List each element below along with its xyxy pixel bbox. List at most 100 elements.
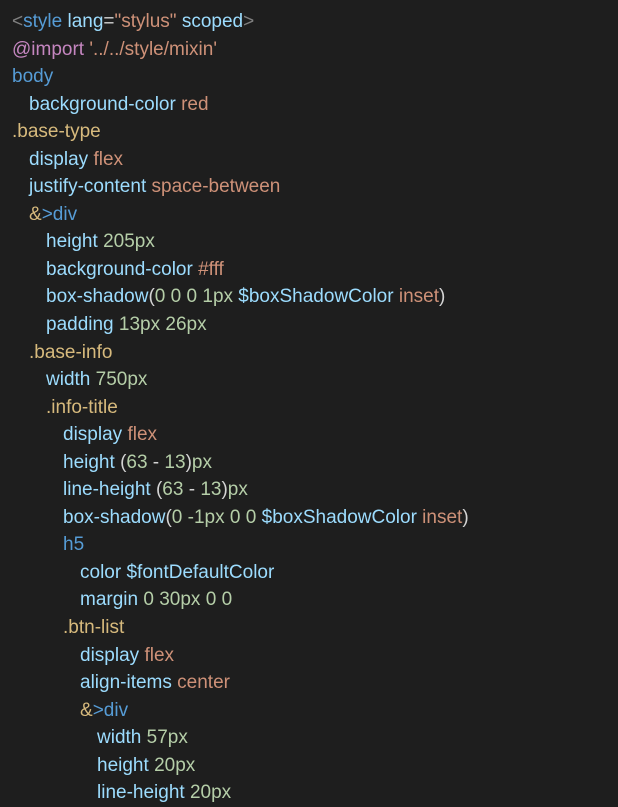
prop: display [63, 424, 122, 445]
unit: px [187, 314, 207, 335]
prop: color [80, 562, 121, 583]
code-line: width 750px [0, 366, 618, 394]
code-line: display flex [0, 146, 618, 174]
attr-name: lang [67, 11, 103, 32]
number: 0 [143, 589, 154, 610]
prop: width [97, 727, 141, 748]
code-line: background-color #fff [0, 256, 618, 284]
prop: height [63, 452, 115, 473]
code-line: color $fontDefaultColor [0, 559, 618, 587]
amp: & [29, 204, 42, 225]
prop: background-color [46, 259, 193, 280]
selector-base-info: .base-info [29, 342, 112, 363]
number: -1 [188, 507, 205, 528]
number: 0 [187, 286, 198, 307]
unit: px [213, 286, 233, 307]
code-line: line-height 20px [0, 779, 618, 807]
paren: ) [439, 286, 445, 307]
code-line: background-color red [0, 91, 618, 119]
code-line: body [0, 63, 618, 91]
code-line: @import '../../style/mixin' [0, 36, 618, 64]
number: 0 [222, 589, 233, 610]
var: $boxShadowColor [238, 286, 393, 307]
code-line: .base-type [0, 118, 618, 146]
prop: display [80, 645, 139, 666]
code-line: &>div [0, 697, 618, 725]
number: 0 [246, 507, 257, 528]
prop: box-shadow [63, 507, 165, 528]
number: 13 [200, 479, 221, 500]
code-line: width 57px [0, 724, 618, 752]
unit: px [140, 314, 160, 335]
paren: ) [462, 507, 468, 528]
unit: px [180, 589, 200, 610]
value: space-between [152, 176, 281, 197]
code-line: .info-title [0, 394, 618, 422]
hex: #fff [198, 259, 224, 280]
number: 30 [159, 589, 180, 610]
value: flex [93, 149, 123, 170]
number: 26 [165, 314, 186, 335]
prop: box-shadow [46, 286, 148, 307]
prop: padding [46, 314, 114, 335]
prop: background-color [29, 94, 176, 115]
inset: inset [422, 507, 462, 528]
attr-scoped: scoped [182, 11, 243, 32]
at-import: @import [12, 39, 84, 60]
code-line: height 205px [0, 228, 618, 256]
unit: px [228, 479, 248, 500]
value: center [177, 672, 230, 693]
value: flex [144, 645, 174, 666]
child-div: >div [42, 204, 77, 225]
selector-info-title: .info-title [46, 397, 118, 418]
code-line: padding 13px 26px [0, 311, 618, 339]
prop: margin [80, 589, 138, 610]
unit: px [127, 369, 147, 390]
tag-name: style [23, 11, 62, 32]
number: 20 [154, 755, 175, 776]
number: 63 [162, 479, 183, 500]
code-line: display flex [0, 642, 618, 670]
code-editor[interactable]: <style lang="stylus" scoped> @import '..… [0, 8, 618, 807]
import-path: '../../style/mixin' [89, 39, 217, 60]
unit: px [211, 782, 231, 803]
equals: = [103, 11, 114, 32]
number: 63 [126, 452, 147, 473]
var: $fontDefaultColor [126, 562, 274, 583]
number: 750 [96, 369, 128, 390]
code-line: .btn-list [0, 614, 618, 642]
code-line: <style lang="stylus" scoped> [0, 8, 618, 36]
number: 20 [190, 782, 211, 803]
prop: display [29, 149, 88, 170]
prop: align-items [80, 672, 172, 693]
minus: - [148, 452, 165, 473]
code-line: align-items center [0, 669, 618, 697]
unit: px [205, 507, 225, 528]
prop: line-height [97, 782, 185, 803]
prop: height [46, 231, 98, 252]
code-line: box-shadow(0 0 0 1px $boxShadowColor ins… [0, 283, 618, 311]
selector-body: body [12, 66, 53, 87]
prop: justify-content [29, 176, 146, 197]
var: $boxShadowColor [262, 507, 417, 528]
amp: & [80, 700, 93, 721]
selector-base-type: .base-type [12, 121, 101, 142]
string: "stylus" [115, 11, 177, 32]
prop: width [46, 369, 90, 390]
unit: px [192, 452, 212, 473]
prop: height [97, 755, 149, 776]
code-line: .base-info [0, 339, 618, 367]
unit: px [168, 727, 188, 748]
value: red [181, 94, 208, 115]
code-line: line-height (63 - 13)px [0, 476, 618, 504]
selector-h5: h5 [63, 534, 84, 555]
prop: line-height [63, 479, 151, 500]
value: flex [127, 424, 157, 445]
code-line: justify-content space-between [0, 173, 618, 201]
code-line: margin 0 30px 0 0 [0, 586, 618, 614]
code-line: display flex [0, 421, 618, 449]
angle-bracket: < [12, 11, 23, 32]
code-line: height 20px [0, 752, 618, 780]
number: 0 [172, 507, 183, 528]
code-line: &>div [0, 201, 618, 229]
